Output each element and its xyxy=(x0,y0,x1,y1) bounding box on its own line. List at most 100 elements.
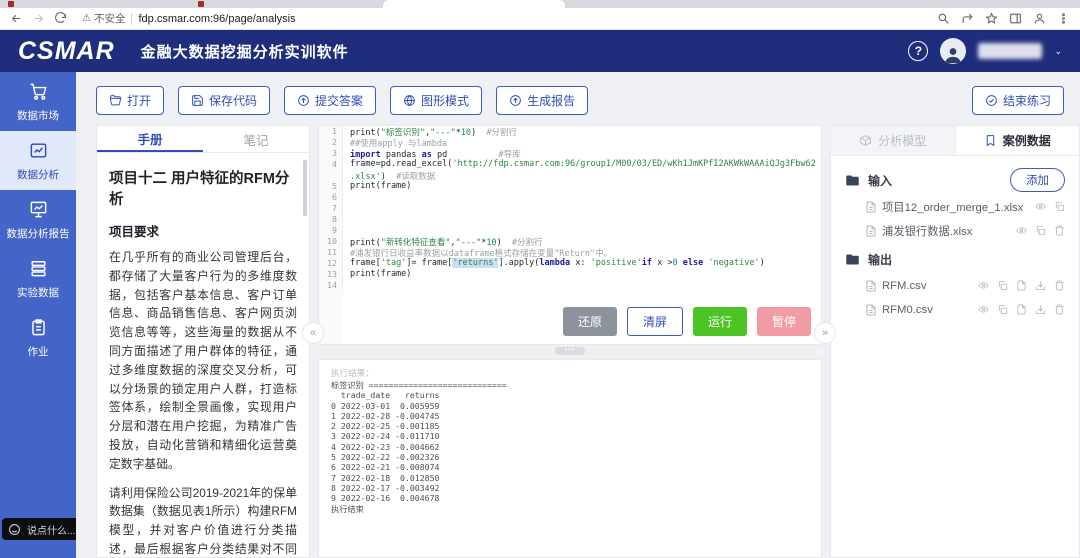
tab-favicon xyxy=(198,1,204,7)
menu-dots-icon[interactable] xyxy=(1057,12,1070,25)
button-label: 图形模式 xyxy=(421,92,469,109)
chat-placeholder[interactable]: 说点什么... xyxy=(27,522,75,537)
add-button[interactable]: 添加 xyxy=(1010,168,1065,192)
code-line[interactable]: 2##使用apply 与lambda xyxy=(319,137,821,148)
sidebar-item-homework[interactable]: 作业 xyxy=(0,308,76,367)
generate-report-button[interactable]: 生成报告 xyxy=(496,86,588,115)
reload-icon[interactable] xyxy=(54,12,67,25)
code-line[interactable]: 10print("新转化特征查看","---"*10) #分割行 xyxy=(319,236,821,247)
person-icon xyxy=(943,44,963,64)
output-line: 4 2022-02-23 -0.004662 xyxy=(331,442,809,452)
save-code-button[interactable]: 保存代码 xyxy=(178,86,270,115)
csmar-logo: CSMAR xyxy=(18,37,115,66)
tab-analysis-model[interactable]: 分析模型 xyxy=(831,126,956,155)
tab-favicon xyxy=(8,1,14,7)
code-editor[interactable]: 1print("标签识别","---"*10) #分割行2##使用apply 与… xyxy=(318,125,822,345)
code-line[interactable]: 14 xyxy=(319,280,821,291)
code-line[interactable]: .xlsx') #读取数据 xyxy=(319,170,821,181)
code-line[interactable]: 1print("标签识别","---"*10) #分割行 xyxy=(319,126,821,137)
security-warning[interactable]: ⚠不安全 xyxy=(82,11,125,26)
output-line: 9 2022-02-16 0.004678 xyxy=(331,493,809,503)
open-button[interactable]: 打开 xyxy=(96,86,164,115)
button-label: 保存代码 xyxy=(209,92,257,109)
code-line[interactable]: 13print(frame) xyxy=(319,269,821,280)
code-line[interactable]: 3import pandas as pd #导库 xyxy=(319,148,821,159)
avatar[interactable] xyxy=(940,38,966,64)
file-item[interactable]: RFM0.csv xyxy=(865,299,1065,320)
run-button[interactable]: 运行 xyxy=(693,307,747,336)
sidebar-item-label: 实验数据 xyxy=(2,287,74,299)
preview-icon[interactable] xyxy=(978,304,989,315)
tab-manual[interactable]: 手册 xyxy=(97,126,203,152)
trash-icon[interactable] xyxy=(1054,280,1065,291)
browser-tab-active[interactable] xyxy=(383,0,565,8)
trash-icon[interactable] xyxy=(1054,304,1065,315)
copy-icon[interactable] xyxy=(997,280,1008,291)
browser-address-bar: ⚠不安全 fdp.csmar.com:96/page/analysis xyxy=(0,8,1080,30)
code-text xyxy=(343,280,350,291)
doc-icon[interactable] xyxy=(1016,304,1027,315)
chevron-down-icon[interactable]: ⌄ xyxy=(1054,46,1062,57)
sidebar-item-analysis-report[interactable]: 数据分析报告 xyxy=(0,190,76,249)
preview-icon[interactable] xyxy=(1016,225,1027,236)
copy-icon[interactable] xyxy=(997,304,1008,315)
copy-icon[interactable] xyxy=(1054,201,1065,212)
zoom-icon[interactable] xyxy=(937,12,950,25)
code-line[interactable]: 7 xyxy=(319,203,821,214)
manual-panel: 手册 笔记 项目十二 用户特征的RFM分析 项目要求 在几乎所有的商业公司管理后… xyxy=(96,125,310,558)
bookmark-star-icon[interactable] xyxy=(985,12,998,25)
clear-screen-button[interactable]: 清屏 xyxy=(627,307,683,336)
code-line[interactable]: 9 xyxy=(319,225,821,236)
graph-mode-button[interactable]: 图形模式 xyxy=(390,86,482,115)
tab-notes[interactable]: 笔记 xyxy=(203,126,309,152)
pause-button[interactable]: 暂停 xyxy=(757,307,811,336)
end-exercise-button[interactable]: 结束练习 xyxy=(972,86,1064,115)
report-icon xyxy=(29,200,48,219)
output-line: 3 2022-02-24 -0.011710 xyxy=(331,431,809,441)
code-text: frame['tag']= frame['returns'].apply(lam… xyxy=(343,258,765,269)
profile-icon[interactable] xyxy=(1033,12,1046,25)
file-item[interactable]: 浦发银行数据.xlsx xyxy=(865,220,1065,241)
side-panel-icon[interactable] xyxy=(1009,12,1022,25)
collapse-right-icon[interactable]: » xyxy=(814,322,836,344)
sidebar-item-data-market[interactable]: 数据市场 xyxy=(0,72,76,131)
copy-icon[interactable] xyxy=(1035,225,1046,236)
code-line[interactable]: 5print(frame) xyxy=(319,181,821,192)
back-icon[interactable] xyxy=(10,12,23,25)
check-circle-icon xyxy=(985,94,998,107)
trash-icon[interactable] xyxy=(1054,225,1065,236)
share-icon[interactable] xyxy=(961,12,974,25)
chart-icon xyxy=(29,141,48,160)
docfile-icon xyxy=(865,225,877,237)
scrollbar-thumb[interactable] xyxy=(303,160,307,216)
database-icon xyxy=(29,259,48,278)
download-icon[interactable] xyxy=(1035,280,1046,291)
preview-icon[interactable] xyxy=(1035,201,1046,212)
preview-icon[interactable] xyxy=(978,280,989,291)
line-number: 12 xyxy=(319,258,343,269)
collapse-left-icon[interactable]: « xyxy=(302,322,324,344)
code-line[interactable]: 11#浦发银行日收益率数据以dataframe格式存储在变量"Return"中。 xyxy=(319,247,821,258)
code-line[interactable]: 4frame=pd.read_excel('http://fdp.csmar.c… xyxy=(319,159,821,170)
submit-answer-button[interactable]: 提交答案 xyxy=(284,86,376,115)
sidebar-item-experiment-data[interactable]: 实验数据 xyxy=(0,249,76,308)
code-line[interactable]: 12frame['tag']= frame['returns'].apply(l… xyxy=(319,258,821,269)
tab-case-data[interactable]: 案例数据 xyxy=(956,126,1080,155)
cart-icon xyxy=(29,82,48,101)
sidebar-item-label: 作业 xyxy=(2,346,74,358)
code-text xyxy=(343,192,350,203)
help-icon[interactable]: ? xyxy=(908,41,928,61)
code-text: print("新转化特征查看","---"*10) #分割行 xyxy=(343,236,543,247)
file-item[interactable]: 项目12_order_merge_1.xlsx xyxy=(865,196,1065,217)
sidebar-item-data-analysis[interactable]: 数据分析 xyxy=(0,131,76,190)
restore-button[interactable]: 还原 xyxy=(563,307,617,336)
forward-icon[interactable] xyxy=(32,12,45,25)
code-line[interactable]: 8 xyxy=(319,214,821,225)
download-icon[interactable] xyxy=(1035,304,1046,315)
code-line[interactable]: 6 xyxy=(319,192,821,203)
doc-icon[interactable] xyxy=(1016,280,1027,291)
file-item[interactable]: RFM.csv xyxy=(865,275,1065,296)
url-box[interactable]: ⚠不安全 fdp.csmar.com:96/page/analysis xyxy=(82,11,928,26)
sidebar-item-label: 数据分析 xyxy=(2,169,74,181)
panel-resize-handle[interactable]: ••• xyxy=(318,347,822,355)
